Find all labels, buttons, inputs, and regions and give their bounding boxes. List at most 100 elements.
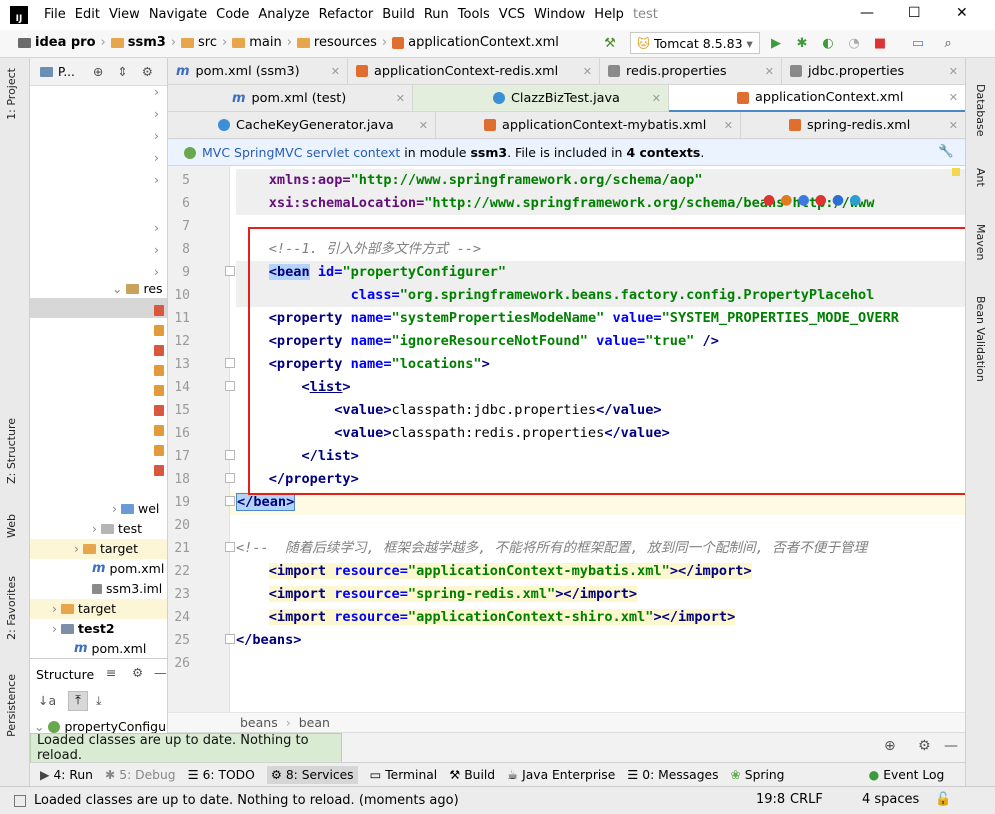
tool-event-log[interactable]: ● Event Log bbox=[868, 768, 944, 782]
database-tool-tab[interactable]: Database bbox=[974, 84, 987, 137]
scroll-to-source-icon[interactable]: ⤓ bbox=[96, 693, 102, 709]
tab-pom-test[interactable]: m pom.xml (test) ✕ bbox=[168, 85, 413, 112]
caret-position[interactable]: 19:8 bbox=[756, 792, 785, 807]
maximize-button[interactable]: ☐ bbox=[908, 5, 921, 21]
sort-alpha-icon[interactable]: ↓a bbox=[38, 693, 56, 708]
line-separator[interactable]: CRLF bbox=[790, 792, 823, 807]
run-config-selector[interactable]: 🐱 Tomcat 8.5.83 ▾ bbox=[630, 32, 760, 54]
scroll-from-source-icon[interactable]: ⤒ bbox=[68, 691, 88, 711]
menu-build[interactable]: Build bbox=[382, 7, 415, 22]
run-icon[interactable]: ▶ bbox=[768, 35, 784, 51]
breadcrumb-bean[interactable]: bean bbox=[299, 715, 330, 730]
tree-item-target[interactable]: › target bbox=[74, 541, 138, 556]
tool-debug[interactable]: ✱ 5: Debug bbox=[105, 768, 176, 782]
tree-item-test[interactable]: › test bbox=[92, 521, 142, 536]
menu-file[interactable]: File bbox=[44, 7, 66, 22]
tab-applicationcontext-redis[interactable]: applicationContext-redis.xml ✕ bbox=[348, 58, 600, 85]
fold-marker-icon[interactable] bbox=[225, 381, 235, 391]
menu-refactor[interactable]: Refactor bbox=[319, 7, 374, 22]
tab-spring-redis[interactable]: spring-redis.xml ✕ bbox=[741, 112, 965, 139]
menu-run[interactable]: Run bbox=[424, 7, 449, 22]
debug-icon[interactable]: ✱ bbox=[794, 35, 810, 51]
tree-chevron-icon[interactable]: › bbox=[154, 128, 159, 143]
gear-icon[interactable]: ⚙ bbox=[918, 738, 931, 754]
fold-marker-icon[interactable] bbox=[225, 542, 235, 552]
tab-clazzbiztest[interactable]: ClazzBizTest.java ✕ bbox=[413, 85, 669, 112]
collapse-icon[interactable]: ⇕ bbox=[117, 64, 127, 79]
tool-services[interactable]: ⚙ 8: Services bbox=[266, 765, 358, 784]
profile-icon[interactable]: ◔ bbox=[846, 35, 862, 51]
menu-navigate[interactable]: Navigate bbox=[149, 7, 207, 22]
tool-messages[interactable]: ☰ 0: Messages bbox=[627, 768, 718, 782]
crumb-main[interactable]: main bbox=[249, 35, 281, 50]
project-panel-title[interactable]: P... bbox=[58, 65, 75, 79]
stop-icon[interactable]: ■ bbox=[872, 35, 888, 51]
tree-item-pom-root[interactable]: m pom.xml bbox=[74, 641, 146, 656]
fold-marker-icon[interactable] bbox=[225, 358, 235, 368]
sort-icon[interactable]: ≡ bbox=[106, 665, 116, 680]
fold-marker-icon[interactable] bbox=[225, 266, 235, 276]
coverage-icon[interactable]: ◐ bbox=[820, 35, 836, 51]
crumb-file[interactable]: applicationContext.xml bbox=[408, 35, 559, 50]
chrome-icon[interactable]: ● bbox=[763, 192, 775, 208]
web-tool-tab[interactable]: Web bbox=[5, 514, 18, 538]
tree-item-test2[interactable]: › test2 bbox=[52, 621, 115, 636]
tree-item-target-root[interactable]: › target bbox=[52, 601, 116, 616]
menu-help[interactable]: Help bbox=[594, 7, 624, 22]
tab-cachekeygenerator[interactable]: CacheKeyGenerator.java ✕ bbox=[168, 112, 436, 139]
menu-view[interactable]: View bbox=[109, 7, 140, 22]
search-everywhere-icon[interactable]: ⌕ bbox=[940, 35, 956, 51]
gear-icon[interactable]: ⚙ bbox=[142, 64, 153, 79]
layout-icon[interactable]: ▭ bbox=[910, 35, 926, 51]
inspection-indicator-icon[interactable] bbox=[952, 168, 960, 176]
menu-code[interactable]: Code bbox=[216, 7, 249, 22]
tab-pom-ssm3[interactable]: m pom.xml (ssm3) ✕ bbox=[168, 58, 348, 85]
tab-applicationcontext-mybatis[interactable]: applicationContext-mybatis.xml ✕ bbox=[436, 112, 741, 139]
code-editor[interactable]: 5 6 7 8 9 10 11 12 13 14 15 16 17 18 19 … bbox=[168, 166, 965, 712]
breadcrumb-beans[interactable]: beans bbox=[240, 715, 278, 730]
tool-todo[interactable]: ☰ 6: TODO bbox=[188, 768, 255, 782]
close-window-button[interactable]: ✕ bbox=[956, 5, 968, 21]
tree-item-pom[interactable]: m pom.xml bbox=[92, 561, 164, 576]
fold-marker-icon[interactable] bbox=[225, 473, 235, 483]
tab-redis-properties[interactable]: redis.properties ✕ bbox=[600, 58, 782, 85]
tree-chevron-icon[interactable]: › bbox=[154, 264, 159, 279]
tree-selected-row[interactable] bbox=[30, 298, 167, 318]
ant-tool-tab[interactable]: Ant bbox=[974, 168, 987, 187]
wrench-icon[interactable]: 🔧 bbox=[938, 143, 954, 159]
status-toggle-icon[interactable] bbox=[14, 794, 26, 807]
menu-edit[interactable]: Edit bbox=[75, 7, 100, 22]
gear-icon[interactable]: ⚙ bbox=[132, 665, 143, 680]
tool-build[interactable]: ⚒ Build bbox=[449, 768, 495, 782]
opera-icon[interactable]: ● bbox=[815, 192, 827, 208]
tree-item-iml[interactable]: ssm3.iml bbox=[92, 581, 162, 596]
fold-marker-icon[interactable] bbox=[225, 634, 235, 644]
context-link[interactable]: MVC SpringMVC servlet context bbox=[202, 145, 400, 160]
ie-icon[interactable]: ● bbox=[832, 192, 844, 208]
tab-applicationcontext[interactable]: applicationContext.xml ✕ bbox=[669, 85, 965, 112]
hide-icon[interactable]: — bbox=[154, 665, 167, 680]
tree-item-resources[interactable]: ⌄ res bbox=[112, 281, 163, 296]
menu-analyze[interactable]: Analyze bbox=[258, 7, 309, 22]
persistence-tool-tab[interactable]: Persistence bbox=[5, 674, 18, 737]
tab-jdbc-properties[interactable]: jdbc.properties ✕ bbox=[782, 58, 965, 85]
tool-terminal[interactable]: ▭ Terminal bbox=[370, 768, 438, 782]
tree-chevron-icon[interactable]: › bbox=[154, 242, 159, 257]
tool-spring[interactable]: ❀ Spring bbox=[730, 768, 784, 782]
edge-icon[interactable]: ● bbox=[849, 192, 861, 208]
menu-tools[interactable]: Tools bbox=[458, 7, 490, 22]
crumb-project[interactable]: idea pro bbox=[35, 35, 96, 50]
locate-icon[interactable]: ⊕ bbox=[93, 64, 103, 79]
fold-marker-icon[interactable] bbox=[225, 496, 235, 506]
project-tool-tab[interactable]: 1: Project bbox=[5, 68, 18, 120]
menu-window[interactable]: Window bbox=[534, 7, 585, 22]
crumb-src[interactable]: src bbox=[198, 35, 217, 50]
lock-icon[interactable]: 🔓 bbox=[935, 792, 951, 807]
favorites-tool-tab[interactable]: 2: Favorites bbox=[5, 576, 18, 640]
tool-run[interactable]: ▶ 4: Run bbox=[40, 768, 93, 782]
tool-java-enterprise[interactable]: ☕ Java Enterprise bbox=[507, 768, 615, 782]
safari-icon[interactable]: ● bbox=[797, 192, 809, 208]
firefox-icon[interactable]: ● bbox=[780, 192, 792, 208]
fold-marker-icon[interactable] bbox=[225, 450, 235, 460]
menu-vcs[interactable]: VCS bbox=[499, 7, 525, 22]
